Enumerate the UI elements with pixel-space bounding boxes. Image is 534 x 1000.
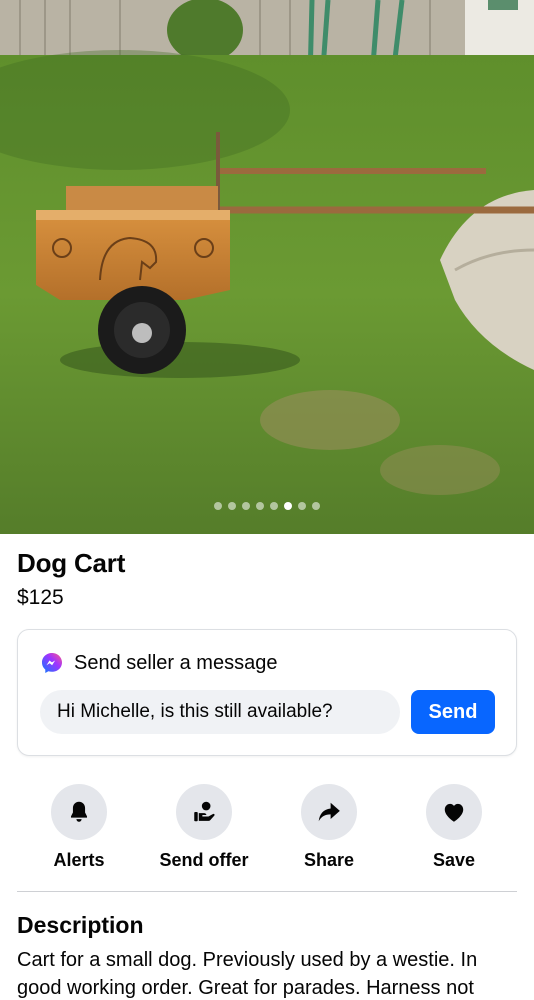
listing-photo[interactable] — [0, 0, 534, 534]
bell-icon — [70, 801, 88, 822]
message-input[interactable]: Hi Michelle, is this still available? — [40, 690, 400, 734]
message-seller-heading: Send seller a message — [74, 651, 278, 674]
action-label: Save — [432, 850, 476, 870]
share-button[interactable]: Share — [274, 784, 384, 871]
action-label: Send offer — [159, 850, 249, 870]
carousel-dot[interactable] — [242, 502, 250, 510]
alerts-button[interactable]: Alerts — [24, 784, 134, 871]
send-offer-circle[interactable] — [176, 784, 232, 840]
message-seller-header: Send seller a message — [40, 651, 277, 675]
carousel-dot-active[interactable] — [284, 502, 292, 510]
carousel-dot[interactable] — [270, 502, 278, 510]
send-button[interactable]: Send — [411, 690, 495, 734]
carousel-dot[interactable] — [298, 502, 306, 510]
carousel-dot[interactable] — [256, 502, 264, 510]
carousel-dot[interactable] — [312, 502, 320, 510]
send-offer-icon — [194, 801, 215, 822]
action-label: Alerts — [53, 850, 105, 870]
share-arrow-icon — [318, 802, 340, 822]
save-circle[interactable] — [426, 784, 482, 840]
alerts-circle[interactable] — [51, 784, 107, 840]
send-offer-button[interactable]: Send offer — [149, 784, 259, 871]
carousel-dot[interactable] — [214, 502, 222, 510]
message-seller-card: Send seller a message Hi Michelle, is th… — [17, 629, 517, 756]
carousel-dots[interactable] — [0, 502, 534, 510]
heart-icon — [444, 803, 464, 822]
listing-title: Dog Cart — [17, 548, 126, 578]
section-divider — [17, 891, 517, 892]
listing-price: $125 — [17, 586, 64, 609]
carousel-dot[interactable] — [228, 502, 236, 510]
messenger-icon — [42, 653, 62, 673]
description-heading: Description — [17, 912, 144, 938]
share-circle[interactable] — [301, 784, 357, 840]
description-text: Cart for a small dog. Previously used by… — [17, 949, 478, 999]
action-label: Share — [303, 850, 355, 870]
listing-actions: Alerts Send offer Share Save — [17, 784, 517, 874]
save-button[interactable]: Save — [399, 784, 509, 871]
